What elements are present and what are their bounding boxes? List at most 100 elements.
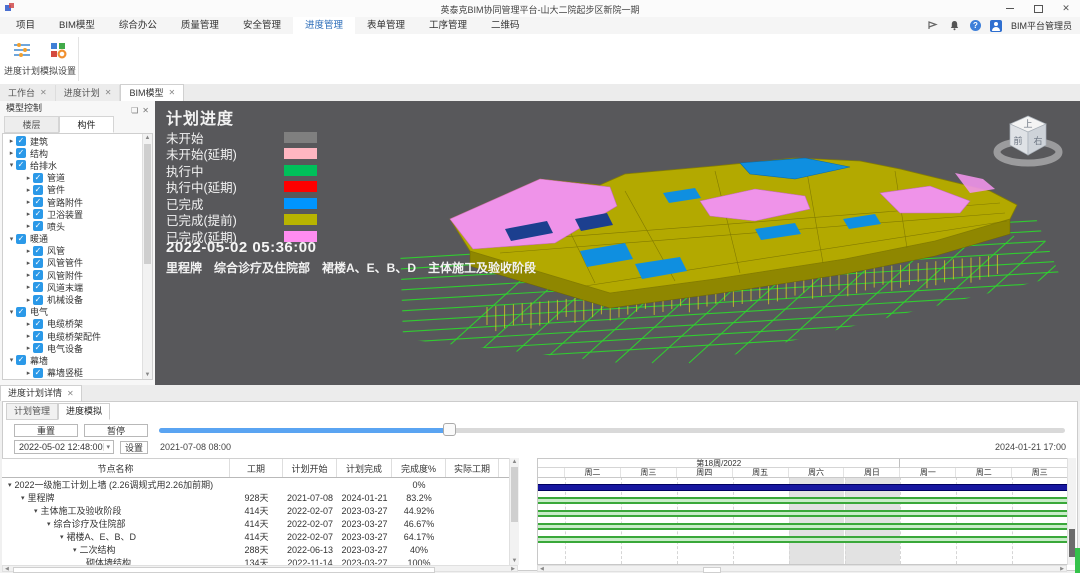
view-cube[interactable]: 上 前 右 [988, 103, 1068, 173]
avatar[interactable] [990, 20, 1002, 32]
schedule-plan-button[interactable]: 进度计划 [4, 37, 40, 81]
column-header-3[interactable]: 计划开始 [283, 459, 337, 477]
column-header-1[interactable]: 节点名称 [2, 459, 230, 477]
tree-checkbox[interactable]: ✓ [33, 270, 43, 280]
expand-icon[interactable]: ▸ [24, 247, 33, 255]
tree-scrollbar[interactable]: ▲ ▼ [142, 134, 152, 379]
expand-icon[interactable]: ▸ [24, 271, 33, 279]
tree-item[interactable]: ▸✓管件 [3, 184, 142, 196]
float-panel-icon[interactable]: ❏ [131, 103, 138, 118]
collapse-icon[interactable]: ▾ [7, 161, 16, 169]
doc-tab-1[interactable]: 工作台✕ [0, 85, 56, 101]
reset-button[interactable]: 重置 [14, 424, 78, 437]
expand-icon[interactable]: ▸ [24, 174, 33, 182]
model-tab-1[interactable]: 楼层 [4, 116, 59, 133]
expand-icon[interactable]: ▸ [24, 344, 33, 352]
expand-icon[interactable]: ▸ [7, 137, 16, 145]
tree-item[interactable]: ▸✓管道 [3, 172, 142, 184]
tree-item[interactable]: ▸✓机械设备 [3, 293, 142, 305]
sub-tab-1[interactable]: 计划管理 [6, 403, 58, 420]
column-header-2[interactable]: 工期 [230, 459, 283, 477]
tree-checkbox[interactable]: ✓ [16, 307, 26, 317]
tab-schedule-detail[interactable]: 进度计划详情 ✕ [0, 385, 82, 401]
expand-icon[interactable]: ▸ [7, 149, 16, 157]
model-tab-2[interactable]: 构件 [59, 116, 114, 133]
tree-checkbox[interactable]: ✓ [33, 331, 43, 341]
time-slider[interactable] [159, 428, 1065, 433]
expand-icon[interactable]: ▸ [24, 210, 33, 218]
doc-tab-2[interactable]: 进度计划✕ [56, 85, 121, 101]
tree-item[interactable]: ▸✓电缆桥架 [3, 318, 142, 330]
tree-item[interactable]: ▸✓风管 [3, 245, 142, 257]
menu-item-2[interactable]: BIM模型 [47, 17, 107, 34]
expand-icon[interactable]: ▸ [24, 332, 33, 340]
pause-button[interactable]: 暂停 [84, 424, 148, 437]
tab-close-icon[interactable]: ✕ [67, 386, 74, 401]
tree-item[interactable]: ▸✓管路附件 [3, 196, 142, 208]
tree-item[interactable]: ▸✓结构 [3, 147, 142, 159]
tab-close-icon[interactable]: ✕ [168, 85, 175, 101]
collapse-icon[interactable]: ▾ [60, 533, 64, 541]
tree-item[interactable]: ▸✓风管附件 [3, 269, 142, 281]
expand-icon[interactable]: ▸ [24, 186, 33, 194]
menu-item-6[interactable]: 进度管理 [293, 17, 355, 34]
tree-checkbox[interactable]: ✓ [33, 246, 43, 256]
tree-item[interactable]: ▸✓幕墙竖梃 [3, 367, 142, 379]
tree-checkbox[interactable]: ✓ [16, 355, 26, 365]
collapse-icon[interactable]: ▾ [7, 308, 16, 316]
tree-checkbox[interactable]: ✓ [33, 185, 43, 195]
tree-checkbox[interactable]: ✓ [33, 368, 43, 378]
bell-icon[interactable] [949, 20, 961, 32]
expand-icon[interactable]: ▸ [24, 198, 33, 206]
table-row[interactable]: ▾里程牌928天2021-07-082024-01-2183.2% [2, 491, 518, 504]
tree-item[interactable]: ▸✓喷头 [3, 220, 142, 232]
table-row[interactable]: ▾裙楼A、E、B、D414天2022-02-072023-03-2764.17% [2, 530, 518, 543]
expand-icon[interactable]: ▸ [24, 296, 33, 304]
gantt-hscrollbar[interactable]: ◀ ▶ [537, 565, 1067, 572]
collapse-icon[interactable]: ▾ [73, 546, 77, 554]
collapse-icon[interactable]: ▾ [7, 235, 16, 243]
menu-item-3[interactable]: 综合办公 [107, 17, 169, 34]
tree-checkbox[interactable]: ✓ [33, 221, 43, 231]
tree-item[interactable]: ▸✓风管管件 [3, 257, 142, 269]
expand-icon[interactable]: ▸ [24, 283, 33, 291]
tree-checkbox[interactable]: ✓ [33, 197, 43, 207]
minimize-icon[interactable] [1004, 3, 1016, 15]
collapse-icon[interactable]: ▾ [8, 481, 12, 489]
table-row[interactable]: ▾综合诊疗及住院部414天2022-02-072023-03-2746.67% [2, 517, 518, 530]
tab-close-icon[interactable]: ✕ [105, 85, 112, 101]
expand-icon[interactable]: ▸ [24, 369, 33, 377]
doc-tab-3[interactable]: BIM模型✕ [120, 84, 184, 101]
tree-checkbox[interactable]: ✓ [33, 343, 43, 353]
table-row[interactable]: ▾二次结构288天2022-06-132023-03-2740% [2, 543, 518, 556]
tree-item[interactable]: ▸✓建筑 [3, 135, 142, 147]
expand-icon[interactable]: ▸ [24, 320, 33, 328]
tree-checkbox[interactable]: ✓ [33, 319, 43, 329]
menu-item-7[interactable]: 表单管理 [355, 17, 417, 34]
expand-icon[interactable]: ▸ [24, 259, 33, 267]
table-scrollbar[interactable]: ▲▼ [509, 458, 519, 565]
tree-item[interactable]: ▾✓幕墙 [3, 354, 142, 366]
collapse-icon[interactable]: ▾ [47, 520, 51, 528]
column-header-4[interactable]: 计划完成 [337, 459, 392, 477]
help-icon[interactable]: ? [970, 20, 981, 31]
datetime-select[interactable]: 2022-05-02 12:48:00 ▾ [14, 440, 114, 454]
tree-checkbox[interactable]: ✓ [33, 173, 43, 183]
tree-checkbox[interactable]: ✓ [33, 209, 43, 219]
column-header-5[interactable]: 完成度% [392, 459, 446, 477]
close-panel-icon[interactable]: ✕ [142, 103, 149, 118]
tree-checkbox[interactable]: ✓ [33, 282, 43, 292]
table-row[interactable]: ▾2022一级施工计划上墙 (2.26调规式用2.26加前期)0% [2, 478, 518, 491]
settings-button[interactable]: 设置 [120, 441, 148, 454]
tree-checkbox[interactable]: ✓ [16, 148, 26, 158]
close-icon[interactable]: ✕ [1060, 3, 1072, 15]
announcement-icon[interactable] [928, 20, 940, 32]
collapse-icon[interactable]: ▾ [34, 507, 38, 515]
table-hscrollbar[interactable]: ◀ ▶ [2, 565, 518, 572]
tree-checkbox[interactable]: ✓ [16, 136, 26, 146]
tree-item[interactable]: ▸✓卫浴装置 [3, 208, 142, 220]
tree-checkbox[interactable]: ✓ [33, 258, 43, 268]
viewport-3d[interactable]: 计划进度 未开始未开始(延期)执行中执行中(延期)已完成已完成(提前)已完成(延… [155, 101, 1080, 385]
time-slider-handle[interactable] [443, 423, 456, 436]
menu-item-4[interactable]: 质量管理 [169, 17, 231, 34]
